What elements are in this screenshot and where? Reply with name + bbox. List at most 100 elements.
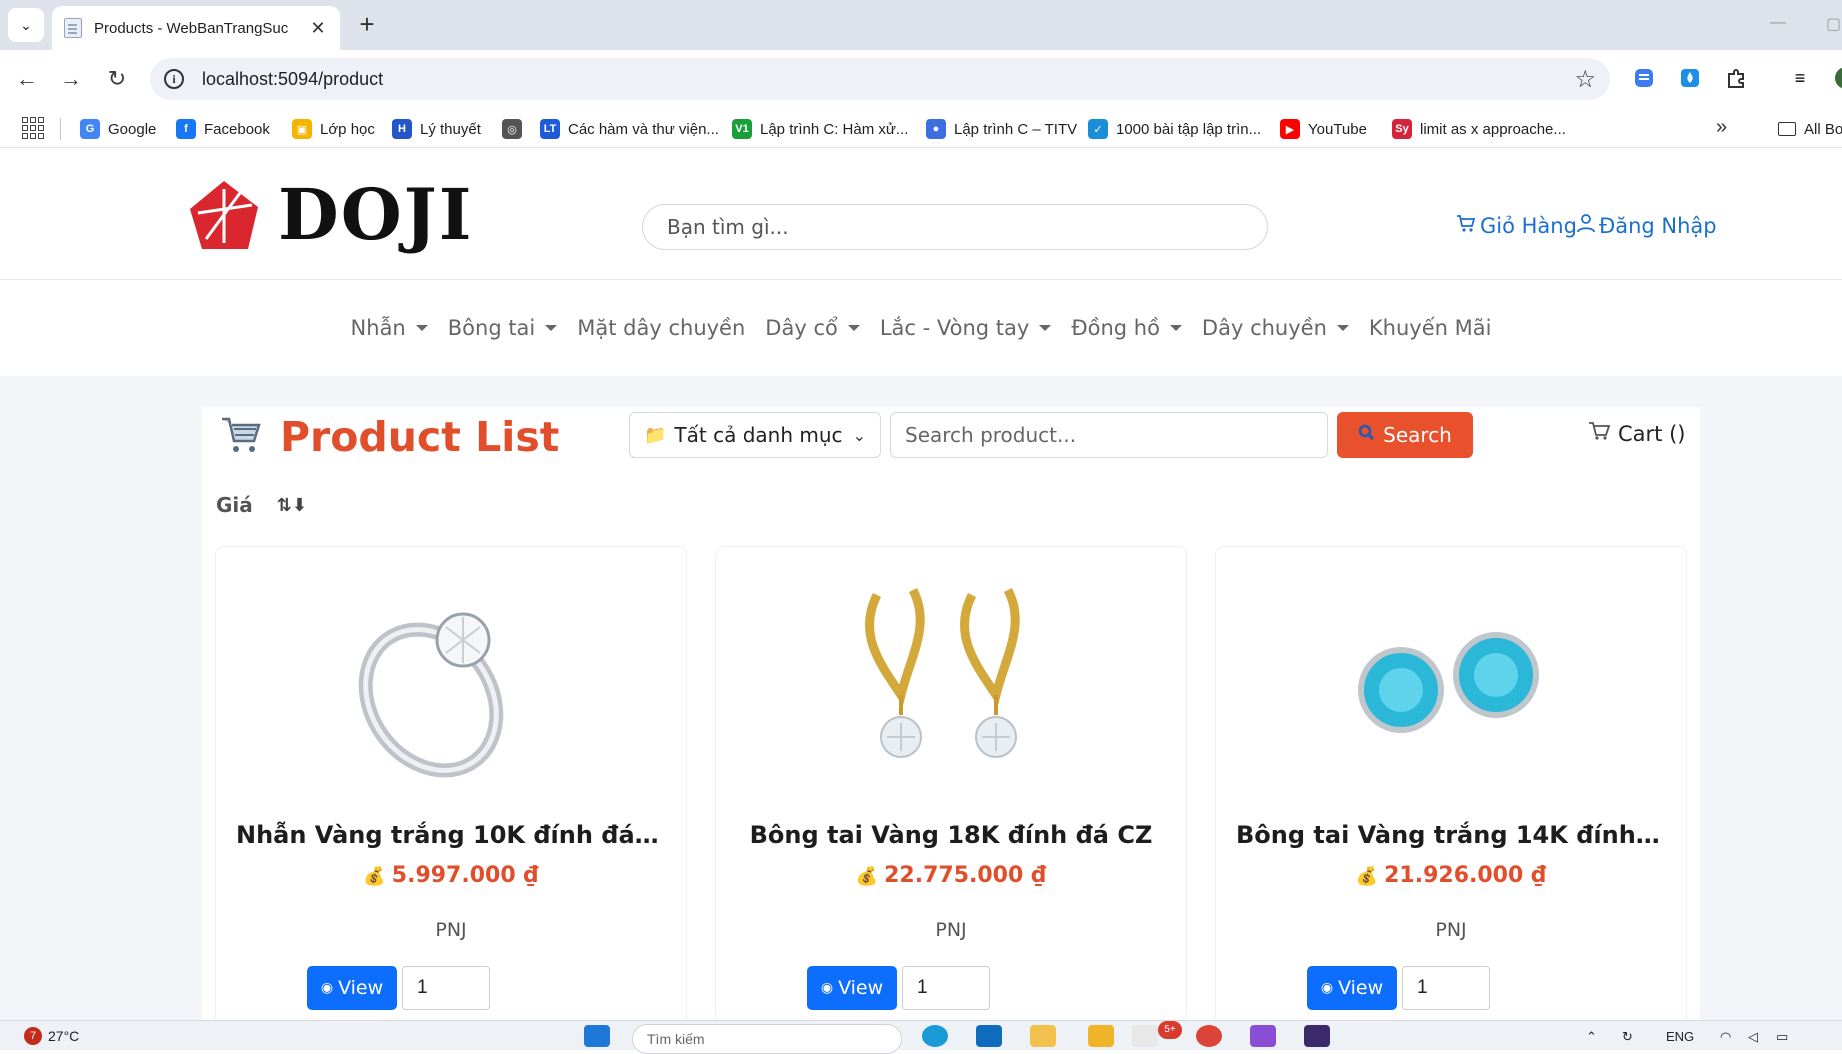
site-info-icon[interactable]: i	[164, 69, 184, 89]
volume-icon[interactable]: ◁	[1748, 1029, 1758, 1045]
address-bar[interactable]: i localhost:5094/product ☆	[150, 58, 1610, 100]
bookmark-item[interactable]: ● Lập trình C – TITV	[926, 117, 1077, 141]
bookmark-item[interactable]: f Facebook	[176, 117, 270, 141]
product-name[interactable]: Nhẫn Vàng trắng 10K đính đá E...	[236, 821, 666, 849]
terminal-icon[interactable]	[1304, 1025, 1330, 1047]
bookmarks-overflow-button[interactable]: »	[1716, 116, 1727, 139]
product-card: Bông tai Vàng 18K đính đá CZ 💰 22.775.000 …	[716, 547, 1186, 1020]
bookmark-item[interactable]: ▶ YouTube	[1280, 117, 1367, 141]
bookmark-item[interactable]: ✓ 1000 bài tập lập trìn...	[1088, 117, 1261, 141]
search-button[interactable]: Search	[1337, 412, 1473, 458]
quantity-input[interactable]: 1	[1402, 966, 1490, 1010]
nav-item-label: Đồng hồ	[1071, 316, 1160, 340]
file-explorer-icon[interactable]	[1030, 1025, 1056, 1047]
bookmark-label: Lớp học	[320, 120, 375, 138]
edge-icon[interactable]	[922, 1025, 948, 1047]
product-image[interactable]	[716, 565, 1186, 785]
bookmark-label: Lập trình C – TITV	[954, 120, 1078, 138]
bookmark-label: Các hàm và thư viện...	[568, 120, 719, 138]
cart-button[interactable]: Cart ()	[1588, 421, 1685, 446]
tray-chevron-icon[interactable]: ⌃	[1586, 1029, 1597, 1045]
quantity-input[interactable]: 1	[402, 966, 490, 1010]
product-name[interactable]: Bông tai Vàng trắng 14K đính đ...	[1236, 821, 1666, 849]
chat-app-icon[interactable]: 5+	[1132, 1021, 1182, 1047]
product-price: 💰 5.997.000 ₫	[216, 863, 686, 888]
extensions-puzzle-icon[interactable]	[1722, 64, 1750, 92]
youtube-icon: ▶	[1280, 119, 1300, 139]
weather-widget[interactable]: 7 27°C	[24, 1027, 79, 1045]
browser-toolbar: ← → ↻ i localhost:5094/product ☆ ≡	[0, 50, 1842, 108]
nav-item[interactable]: Đồng hồ	[1071, 316, 1182, 340]
tab-close-icon[interactable]: ✕	[308, 18, 328, 39]
browser-tab-active[interactable]: Products - WebBanTrangSuc ✕	[52, 6, 340, 50]
reload-icon[interactable]: ↻	[102, 64, 132, 94]
nav-item[interactable]: Lắc - Vòng tay	[880, 316, 1052, 340]
product-name[interactable]: Bông tai Vàng 18K đính đá CZ	[736, 821, 1166, 849]
nav-item[interactable]: Bông tai	[448, 316, 558, 340]
extension-translate-icon[interactable]	[1630, 64, 1658, 92]
nav-item-label: Dây chuyền	[1201, 316, 1327, 340]
nav-item-label: Dây cổ	[765, 316, 838, 340]
maximize-icon[interactable]: ▢	[1826, 14, 1841, 34]
view-button[interactable]: ◉ View	[807, 966, 897, 1010]
bookmark-item[interactable]: LT Các hàm và thư viện...	[540, 117, 719, 141]
extension-drop-icon[interactable]	[1676, 64, 1704, 92]
nav-item[interactable]: Dây chuyền	[1202, 316, 1349, 340]
quantity-input[interactable]: 1	[902, 966, 990, 1010]
sort-arrows-icon[interactable]: ⇅⬇	[277, 495, 307, 516]
tab-search-button[interactable]: ⌄	[8, 8, 44, 42]
bookmark-item[interactable]: ◎	[502, 117, 530, 141]
view-button[interactable]: ◉ View	[1307, 966, 1397, 1010]
nav-item[interactable]: Dây cổ	[765, 316, 860, 340]
app-icon[interactable]	[1088, 1025, 1114, 1047]
site-logo[interactable]: DOJI	[188, 179, 474, 251]
chrome-icon[interactable]	[1196, 1025, 1222, 1047]
product-card: Nhẫn Vàng trắng 10K đính đá E... 💰 5.997.0…	[216, 547, 686, 1020]
bookmark-item[interactable]: G Google	[80, 117, 156, 141]
all-bookmarks-label: All Bo	[1804, 120, 1842, 138]
product-image[interactable]	[1216, 565, 1686, 785]
url-text[interactable]: localhost:5094/product	[202, 69, 1574, 90]
product-search-input[interactable]: Search product...	[890, 412, 1328, 458]
bookmark-item[interactable]: ▣ Lớp học	[292, 117, 375, 141]
bookmark-star-icon[interactable]: ☆	[1574, 65, 1596, 94]
sync-icon[interactable]: ↻	[1622, 1029, 1633, 1045]
category-select[interactable]: 📁 Tất cả danh mục ⌄	[629, 412, 881, 458]
windows-start-icon[interactable]	[584, 1025, 610, 1047]
login-link[interactable]: Đăng Nhập	[1577, 213, 1717, 238]
nav-item-label: Khuyến Mãi	[1368, 316, 1492, 340]
forward-icon[interactable]: →	[56, 64, 86, 94]
cart-icon	[1456, 213, 1476, 238]
price-sort: Giá ⇅⬇	[216, 493, 307, 517]
language-indicator[interactable]: ENG	[1666, 1029, 1694, 1044]
outlook-icon[interactable]	[976, 1025, 1002, 1047]
view-button-label: View	[838, 977, 884, 999]
bookmark-item[interactable]: Sy limit as x approache...	[1392, 117, 1566, 141]
bookmark-item[interactable]: H Lý thuyết	[392, 117, 481, 141]
view-button-label: View	[338, 977, 384, 999]
caret-down-icon	[847, 325, 860, 331]
all-bookmarks-folder[interactable]: All Bo	[1778, 117, 1842, 141]
bookmark-label: 1000 bài tập lập trìn...	[1116, 120, 1262, 138]
visual-studio-icon[interactable]	[1250, 1025, 1276, 1047]
nav-item[interactable]: Khuyến Mãi	[1369, 316, 1492, 340]
new-tab-button[interactable]: +	[352, 10, 382, 40]
nav-item-label: Bông tai	[447, 316, 536, 340]
bookmark-item[interactable]: V1 Lập trình C: Hàm xử...	[732, 117, 908, 141]
minimize-icon[interactable]: —	[1770, 14, 1786, 32]
profile-avatar[interactable]	[1826, 64, 1842, 92]
nav-item-label: Nhẫn	[350, 316, 406, 340]
battery-icon[interactable]: ▭	[1776, 1029, 1788, 1045]
apps-grid-icon[interactable]	[22, 117, 44, 139]
nav-item[interactable]: Nhẫn	[351, 316, 428, 340]
product-list-panel: Product List 📁 Tất cả danh mục ⌄ Search …	[202, 407, 1700, 1020]
back-icon[interactable]: ←	[12, 64, 42, 94]
product-image[interactable]	[216, 565, 686, 785]
view-button[interactable]: ◉ View	[307, 966, 397, 1010]
nav-item[interactable]: Mặt dây chuyền	[577, 316, 745, 340]
wifi-icon[interactable]: ◠	[1720, 1029, 1731, 1045]
cart-link[interactable]: Giỏ Hàng	[1456, 213, 1577, 238]
reading-list-icon[interactable]: ≡	[1786, 64, 1814, 92]
site-search-input[interactable]: Bạn tìm gì...	[642, 204, 1268, 250]
product-brand: PNJ	[935, 919, 967, 941]
